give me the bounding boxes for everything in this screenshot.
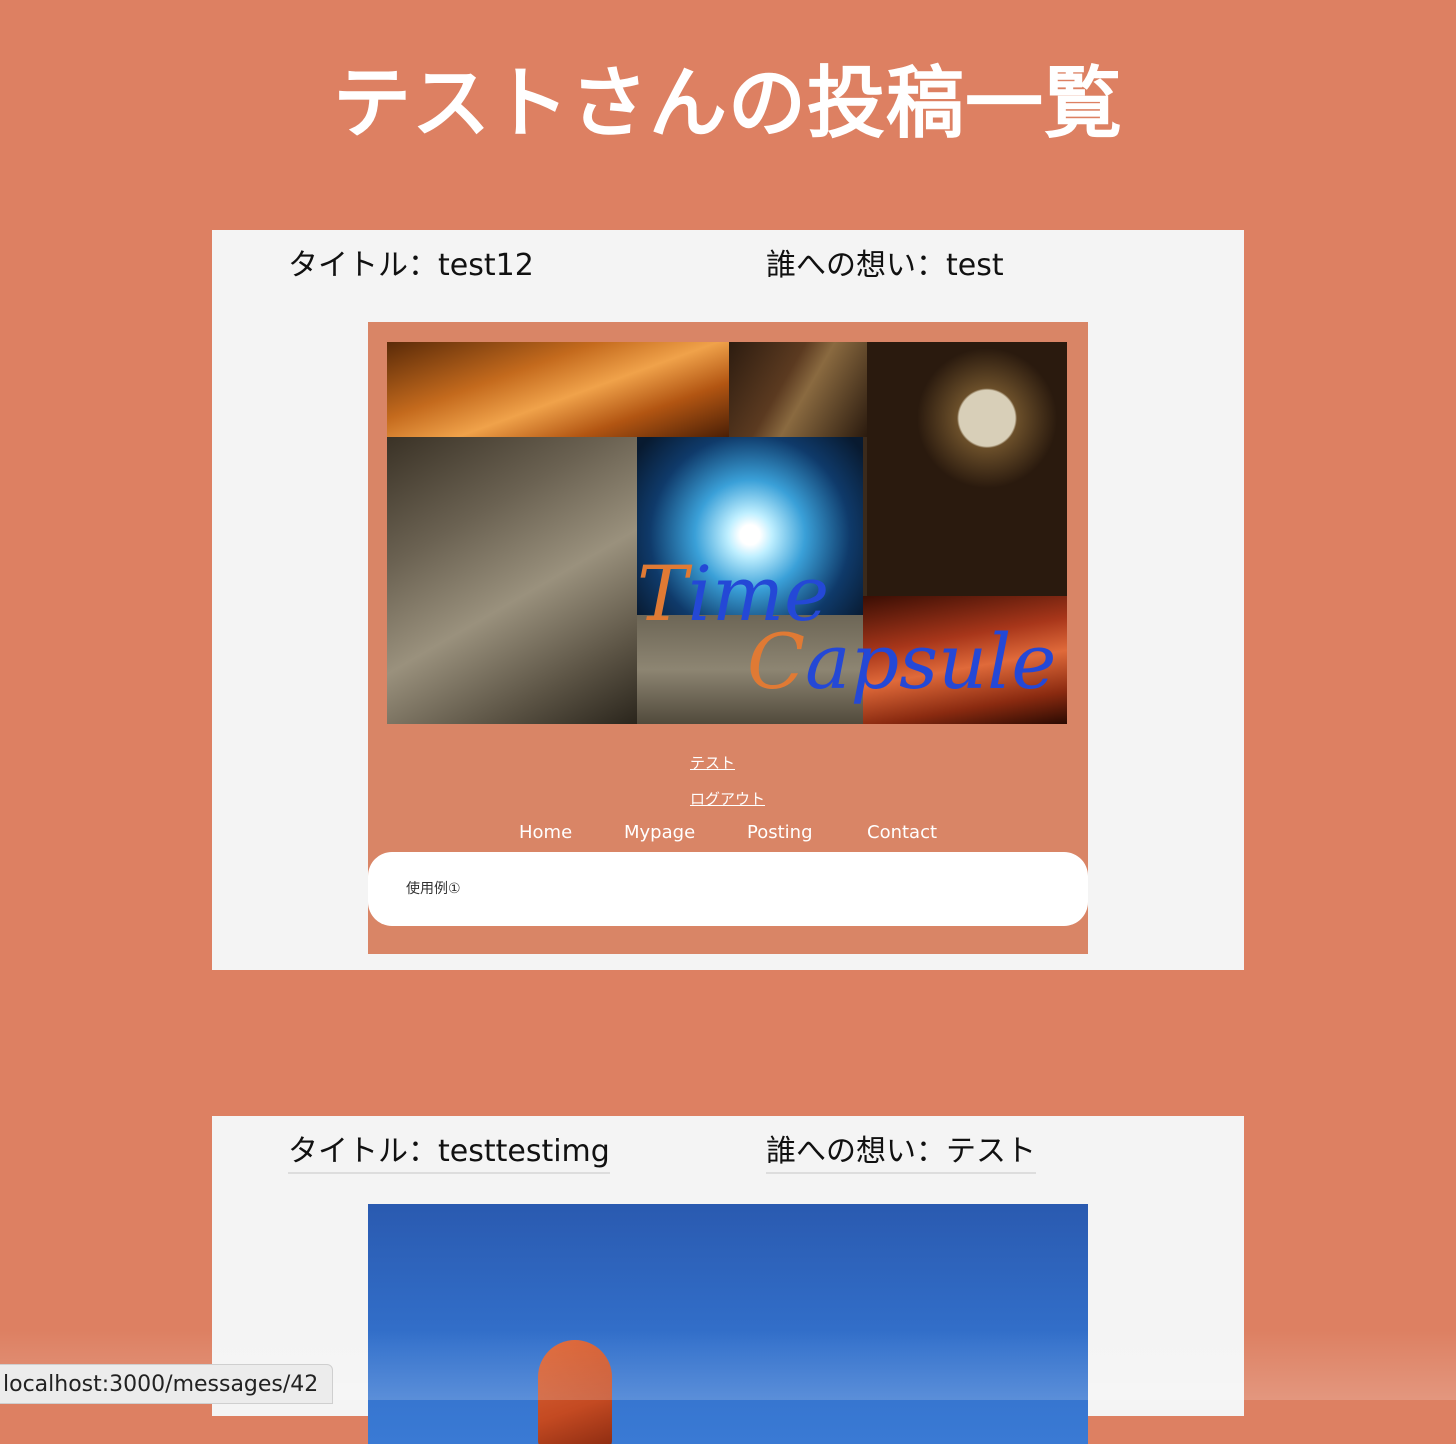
light-streak-tile (387, 342, 729, 437)
example-box: 使用例① (368, 852, 1088, 926)
post-title: タイトル：test12 (288, 248, 534, 283)
link-status-bar: localhost:3000/messages/42 (0, 1364, 334, 1404)
post-recipient: 誰への想い：テスト (766, 1132, 1036, 1174)
post-image[interactable] (368, 1204, 1088, 1444)
nav-menu: Home Mypage Posting Contact (368, 822, 1088, 848)
menu-mypage: Mypage (624, 822, 696, 843)
menu-posting: Posting (747, 822, 813, 843)
post-card[interactable]: タイトル：testtestimg 誰への想い：テスト (212, 1116, 1244, 1444)
pocket-watch-tile (867, 342, 1067, 596)
sundial-tile (387, 437, 637, 724)
logo-capsule: Capsule (747, 617, 1057, 706)
post-card[interactable]: タイトル：test12 誰への想い：test Time Capsule テスト … (212, 230, 1244, 970)
example-label: 使用例① (406, 881, 461, 897)
post-recipient: 誰への想い：test (766, 248, 1004, 283)
wood-tile (729, 342, 867, 437)
page-title: テストさんの投稿一覧 (332, 59, 1123, 150)
red-object-image (538, 1340, 612, 1444)
post-image[interactable]: Time Capsule テスト ログアウト Home Mypage Posti… (368, 322, 1088, 954)
menu-home: Home (519, 822, 573, 843)
menu-contact: Contact (867, 822, 938, 843)
post-title: タイトル：testtestimg (288, 1132, 610, 1174)
header-collage-image: Time Capsule (387, 342, 1067, 724)
logout-link: ログアウト (690, 790, 766, 808)
user-link: テスト (690, 754, 736, 772)
